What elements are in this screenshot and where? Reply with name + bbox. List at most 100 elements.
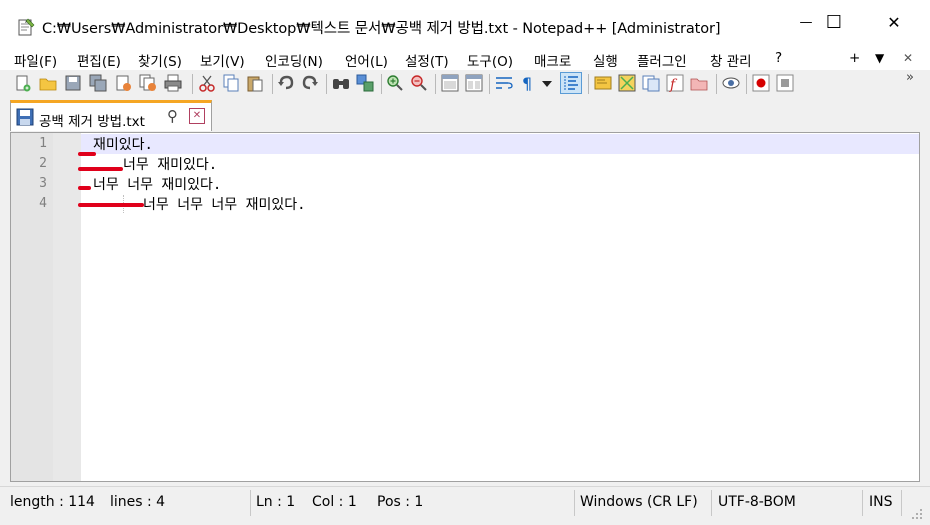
save-state-icon [16, 108, 34, 126]
copy-icon[interactable] [222, 74, 240, 92]
line-number: 4 [39, 196, 47, 211]
code-line-2: 너무 재미있다. [123, 157, 218, 173]
record-macro-icon[interactable] [752, 74, 770, 92]
function-list-icon[interactable] [618, 74, 636, 92]
notepad-icon [18, 18, 35, 36]
indent-guide-icon[interactable] [560, 72, 582, 94]
menu-edit[interactable]: 편집(E) [77, 50, 121, 70]
toolbar-separator [716, 74, 717, 94]
menu-tools[interactable]: 도구(O) [467, 50, 513, 70]
status-ln: Ln : 1 [256, 494, 296, 510]
close-file-icon[interactable] [114, 74, 132, 92]
save-icon[interactable] [64, 74, 82, 92]
paste-icon[interactable] [246, 74, 264, 92]
cut-icon[interactable] [198, 74, 216, 92]
status-separator [250, 490, 251, 516]
document-map-icon[interactable] [594, 74, 612, 92]
monitoring-eye-icon[interactable] [722, 74, 740, 92]
print-icon[interactable] [164, 74, 182, 92]
toolbar-overflow-icon[interactable]: » [906, 70, 914, 85]
close-button[interactable]: ✕ [866, 0, 922, 44]
line-number: 3 [39, 176, 47, 191]
whitespace-marker [78, 167, 123, 171]
toolbar: ¶ f » [0, 70, 930, 100]
toolbar-separator [192, 74, 193, 94]
whitespace-marker [78, 152, 96, 156]
pin-icon[interactable]: ⚲ [167, 107, 178, 125]
sync-vertical-icon[interactable] [441, 74, 459, 92]
close-doc-icon[interactable]: ✕ [903, 51, 913, 65]
folder-workspace-icon[interactable] [690, 74, 708, 92]
add-tab-icon[interactable]: + [849, 50, 860, 66]
menu-plugins[interactable]: 플러그인 [637, 50, 687, 70]
menu-file[interactable]: 파일(F) [14, 50, 57, 70]
current-line-highlight [81, 134, 919, 154]
whitespace-marker [78, 186, 91, 190]
line-number-gutter: 1 2 3 4 [11, 133, 53, 481]
clipboard-history-icon[interactable] [642, 74, 660, 92]
status-separator [711, 490, 712, 516]
toolbar-separator [588, 74, 589, 94]
resize-grip-icon[interactable] [910, 507, 924, 521]
status-lines: lines : 4 [110, 494, 166, 510]
menu-window[interactable]: 창 관리 [710, 50, 752, 70]
status-separator [862, 490, 863, 516]
new-file-icon[interactable] [14, 74, 32, 92]
menu-settings[interactable]: 설정(T) [405, 50, 449, 70]
status-mode: INS [869, 494, 893, 510]
menu-run[interactable]: 실행 [593, 50, 618, 70]
status-separator [574, 490, 575, 516]
menu-help[interactable]: ? [775, 50, 782, 66]
line-number: 2 [39, 156, 47, 171]
menu-language[interactable]: 언어(L) [345, 50, 388, 70]
toolbar-separator [381, 74, 382, 94]
tab-bar: 공백 제거 방법.txt ⚲ ✕ [0, 100, 930, 132]
line-number: 1 [39, 136, 47, 151]
show-chars-dropdown-icon[interactable] [541, 74, 553, 92]
code-line-3: 너무 너무 재미있다. [93, 177, 222, 193]
status-encoding[interactable]: UTF-8-BOM [718, 494, 796, 510]
menu-search[interactable]: 찾기(S) [138, 50, 182, 70]
toolbar-separator [326, 74, 327, 94]
menu-macro[interactable]: 매크로 [534, 50, 571, 70]
show-all-chars-icon[interactable]: ¶ [519, 74, 537, 92]
svg-text:¶: ¶ [522, 74, 532, 92]
close-all-icon[interactable] [139, 74, 157, 92]
redo-icon[interactable] [301, 74, 319, 92]
find-icon[interactable] [332, 74, 350, 92]
status-length: length : 114 [10, 494, 95, 510]
replace-icon[interactable] [356, 74, 374, 92]
maximize-button[interactable]: ☐ [806, 0, 862, 44]
maximize-icon: ☐ [825, 11, 843, 33]
word-wrap-icon[interactable] [495, 74, 513, 92]
menu-encoding[interactable]: 인코딩(N) [265, 50, 323, 70]
stop-macro-icon[interactable] [776, 74, 794, 92]
editor[interactable]: 1 2 3 4 재미있다. 너무 재미있다. 너무 너무 재미있다. 너무 너무… [10, 132, 920, 482]
tab-label: 공백 제거 방법.txt [39, 114, 145, 130]
save-all-icon[interactable] [89, 74, 107, 92]
status-pos: Pos : 1 [377, 494, 424, 510]
tab-close-icon[interactable]: ✕ [189, 108, 205, 124]
status-separator [901, 490, 902, 516]
tab-document[interactable]: 공백 제거 방법.txt ⚲ ✕ [10, 100, 212, 131]
status-col: Col : 1 [312, 494, 357, 510]
zoom-in-icon[interactable] [386, 74, 404, 92]
code-line-1: 재미있다. [93, 137, 153, 153]
toolbar-separator [435, 74, 436, 94]
function-f-icon[interactable]: f [666, 74, 684, 92]
menu-view[interactable]: 보기(V) [200, 50, 245, 70]
open-file-icon[interactable] [39, 74, 57, 92]
sync-horizontal-icon[interactable] [465, 74, 483, 92]
toolbar-separator [746, 74, 747, 94]
whitespace-marker [78, 203, 144, 207]
status-eol[interactable]: Windows (CR LF) [580, 494, 698, 510]
status-bar: length : 114 lines : 4 Ln : 1 Col : 1 Po… [0, 486, 930, 525]
fold-margin[interactable] [53, 133, 81, 481]
toolbar-separator [489, 74, 490, 94]
zoom-out-icon[interactable] [410, 74, 428, 92]
undo-icon[interactable] [277, 74, 295, 92]
close-icon: ✕ [887, 12, 901, 32]
title-bar: C:₩Users₩Administrator₩Desktop₩텍스트 문서₩공백… [0, 0, 930, 44]
toolbar-separator [272, 74, 273, 94]
tab-list-icon[interactable]: ▼ [875, 51, 884, 65]
